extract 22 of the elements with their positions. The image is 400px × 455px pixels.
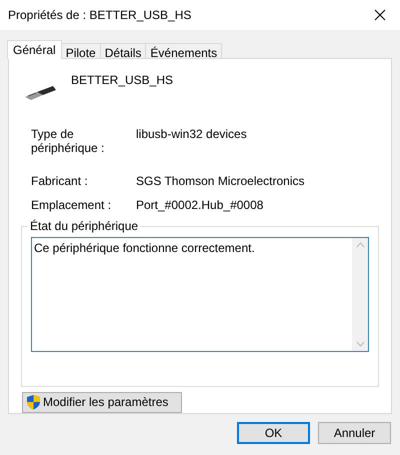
scrollbar[interactable] — [352, 238, 368, 351]
property-value: libusb-win32 devices — [136, 127, 248, 143]
ok-button[interactable]: OK — [237, 422, 310, 444]
device-name: BETTER_USB_HS — [71, 73, 174, 87]
change-settings-button[interactable]: Modifier les paramètres — [22, 392, 182, 413]
status-text-area[interactable]: Ce périphérique fonctionne correctement. — [31, 237, 369, 352]
property-label: Emplacement : — [31, 198, 112, 212]
group-legend: État du périphérique — [28, 219, 140, 233]
close-icon[interactable] — [374, 9, 386, 21]
shield-icon — [26, 394, 41, 410]
property-label: Fabricant : — [31, 174, 89, 188]
property-value: Port_#0002.Hub_#0008 — [136, 198, 264, 212]
property-value: SGS Thomson Microelectronics — [136, 174, 306, 188]
scroll-up-icon[interactable] — [356, 242, 364, 248]
tab[interactable]: Événements — [145, 43, 222, 58]
tab[interactable]: Pilote — [60, 43, 101, 58]
scroll-down-icon[interactable] — [356, 341, 364, 347]
window-title: Propriétés de : BETTER_USB_HS — [8, 8, 192, 22]
property-label: Type de périphérique : — [31, 127, 106, 155]
tab[interactable]: Détails — [100, 43, 146, 58]
cancel-button[interactable]: Annuler — [318, 422, 391, 444]
tab[interactable]: Général — [7, 40, 62, 59]
